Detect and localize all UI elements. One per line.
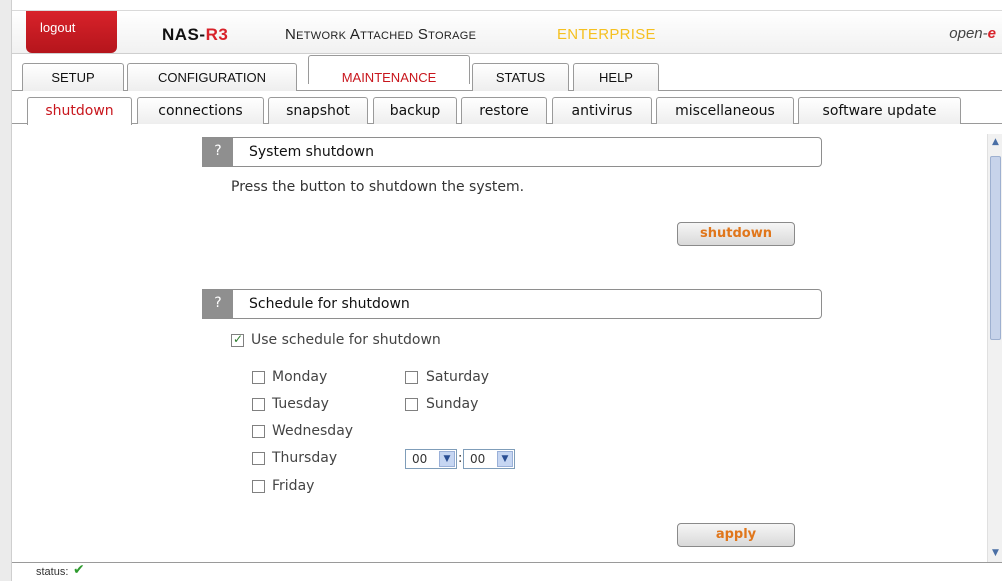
section-title: Schedule for shutdown bbox=[249, 296, 410, 312]
sunday-checkbox[interactable] bbox=[405, 398, 418, 411]
subtab-antivirus[interactable]: antivirus bbox=[552, 97, 652, 124]
chevron-down-icon: ▼ bbox=[497, 451, 513, 467]
tuesday-checkbox[interactable] bbox=[252, 398, 265, 411]
minute-value: 00 bbox=[470, 452, 486, 466]
section-title: System shutdown bbox=[249, 144, 374, 160]
tab-configuration[interactable]: CONFIGURATION bbox=[127, 63, 297, 91]
saturday-checkbox[interactable] bbox=[405, 371, 418, 384]
brand-logo: open-e bbox=[949, 25, 996, 42]
shutdown-description: Press the button to shutdown the system. bbox=[231, 179, 525, 195]
chevron-down-icon: ▼ bbox=[439, 451, 455, 467]
product-suffix: R3 bbox=[205, 25, 229, 44]
thursday-checkbox[interactable] bbox=[252, 452, 265, 465]
friday-label: Friday bbox=[272, 478, 315, 494]
subtab-connections[interactable]: connections bbox=[137, 97, 264, 124]
window-left-edge bbox=[0, 0, 12, 581]
minute-select[interactable]: 00 ▼ bbox=[463, 449, 515, 469]
status-label: status: bbox=[36, 566, 69, 578]
subtab-snapshot[interactable]: snapshot bbox=[268, 97, 368, 124]
product-name: NAS-R3 bbox=[162, 25, 228, 45]
use-schedule-checkbox[interactable] bbox=[231, 332, 244, 347]
subtab-backup[interactable]: backup bbox=[373, 97, 457, 124]
status-bar: status: ✔ bbox=[12, 562, 1002, 581]
monday-checkbox[interactable] bbox=[252, 371, 265, 384]
tab-help[interactable]: HELP bbox=[573, 63, 659, 91]
product-subtitle: Network Attached Storage bbox=[285, 26, 477, 43]
apply-button[interactable]: apply bbox=[677, 523, 795, 547]
scrollbar-thumb[interactable] bbox=[990, 156, 1001, 340]
subtab-restore[interactable]: restore bbox=[461, 97, 547, 124]
thursday-label: Thursday bbox=[272, 450, 338, 466]
help-icon[interactable]: ? bbox=[203, 138, 233, 166]
sunday-label: Sunday bbox=[426, 396, 479, 412]
logout-button[interactable]: logout bbox=[26, 11, 117, 53]
schedule-shutdown-header: ? Schedule for shutdown bbox=[202, 289, 822, 319]
subtab-miscellaneous[interactable]: miscellaneous bbox=[656, 97, 794, 124]
system-shutdown-header: ? System shutdown bbox=[202, 137, 822, 167]
brand-prefix: open- bbox=[949, 25, 988, 42]
main-tab-bar: SETUP CONFIGURATION MAINTENANCE STATUS H… bbox=[12, 55, 1002, 91]
brand-suffix: e bbox=[987, 25, 996, 42]
main-content: ? System shutdown Press the button to sh… bbox=[12, 124, 987, 564]
product-edition: ENTERPRISE bbox=[557, 26, 656, 43]
friday-checkbox[interactable] bbox=[252, 480, 265, 493]
app-header: logout NAS-R3 Network Attached Storage E… bbox=[12, 10, 1002, 54]
saturday-label: Saturday bbox=[426, 369, 490, 385]
vertical-scrollbar[interactable]: ▲ ▼ bbox=[987, 134, 1002, 562]
monday-label: Monday bbox=[272, 369, 328, 385]
scroll-up-icon[interactable]: ▲ bbox=[989, 136, 1002, 149]
hour-value: 00 bbox=[412, 452, 428, 466]
wednesday-label: Wednesday bbox=[272, 423, 354, 439]
sub-tab-bar: shutdown connections snapshot backup res… bbox=[12, 97, 1002, 125]
help-icon[interactable]: ? bbox=[203, 290, 233, 318]
subtab-shutdown[interactable]: shutdown bbox=[27, 97, 132, 125]
hour-select[interactable]: 00 ▼ bbox=[405, 449, 457, 469]
check-icon: ✔ bbox=[73, 562, 85, 578]
time-separator: : bbox=[458, 451, 463, 466]
product-prefix: NAS- bbox=[162, 25, 206, 44]
shutdown-button[interactable]: shutdown bbox=[677, 222, 795, 246]
tuesday-label: Tuesday bbox=[272, 396, 329, 412]
wednesday-checkbox[interactable] bbox=[252, 425, 265, 438]
tab-setup[interactable]: SETUP bbox=[22, 63, 124, 91]
use-schedule-label: Use schedule for shutdown bbox=[251, 332, 441, 348]
tab-maintenance[interactable]: MAINTENANCE bbox=[308, 55, 470, 85]
tab-status[interactable]: STATUS bbox=[472, 63, 569, 91]
scroll-down-icon[interactable]: ▼ bbox=[989, 547, 1002, 560]
subtab-software-update[interactable]: software update bbox=[798, 97, 961, 124]
